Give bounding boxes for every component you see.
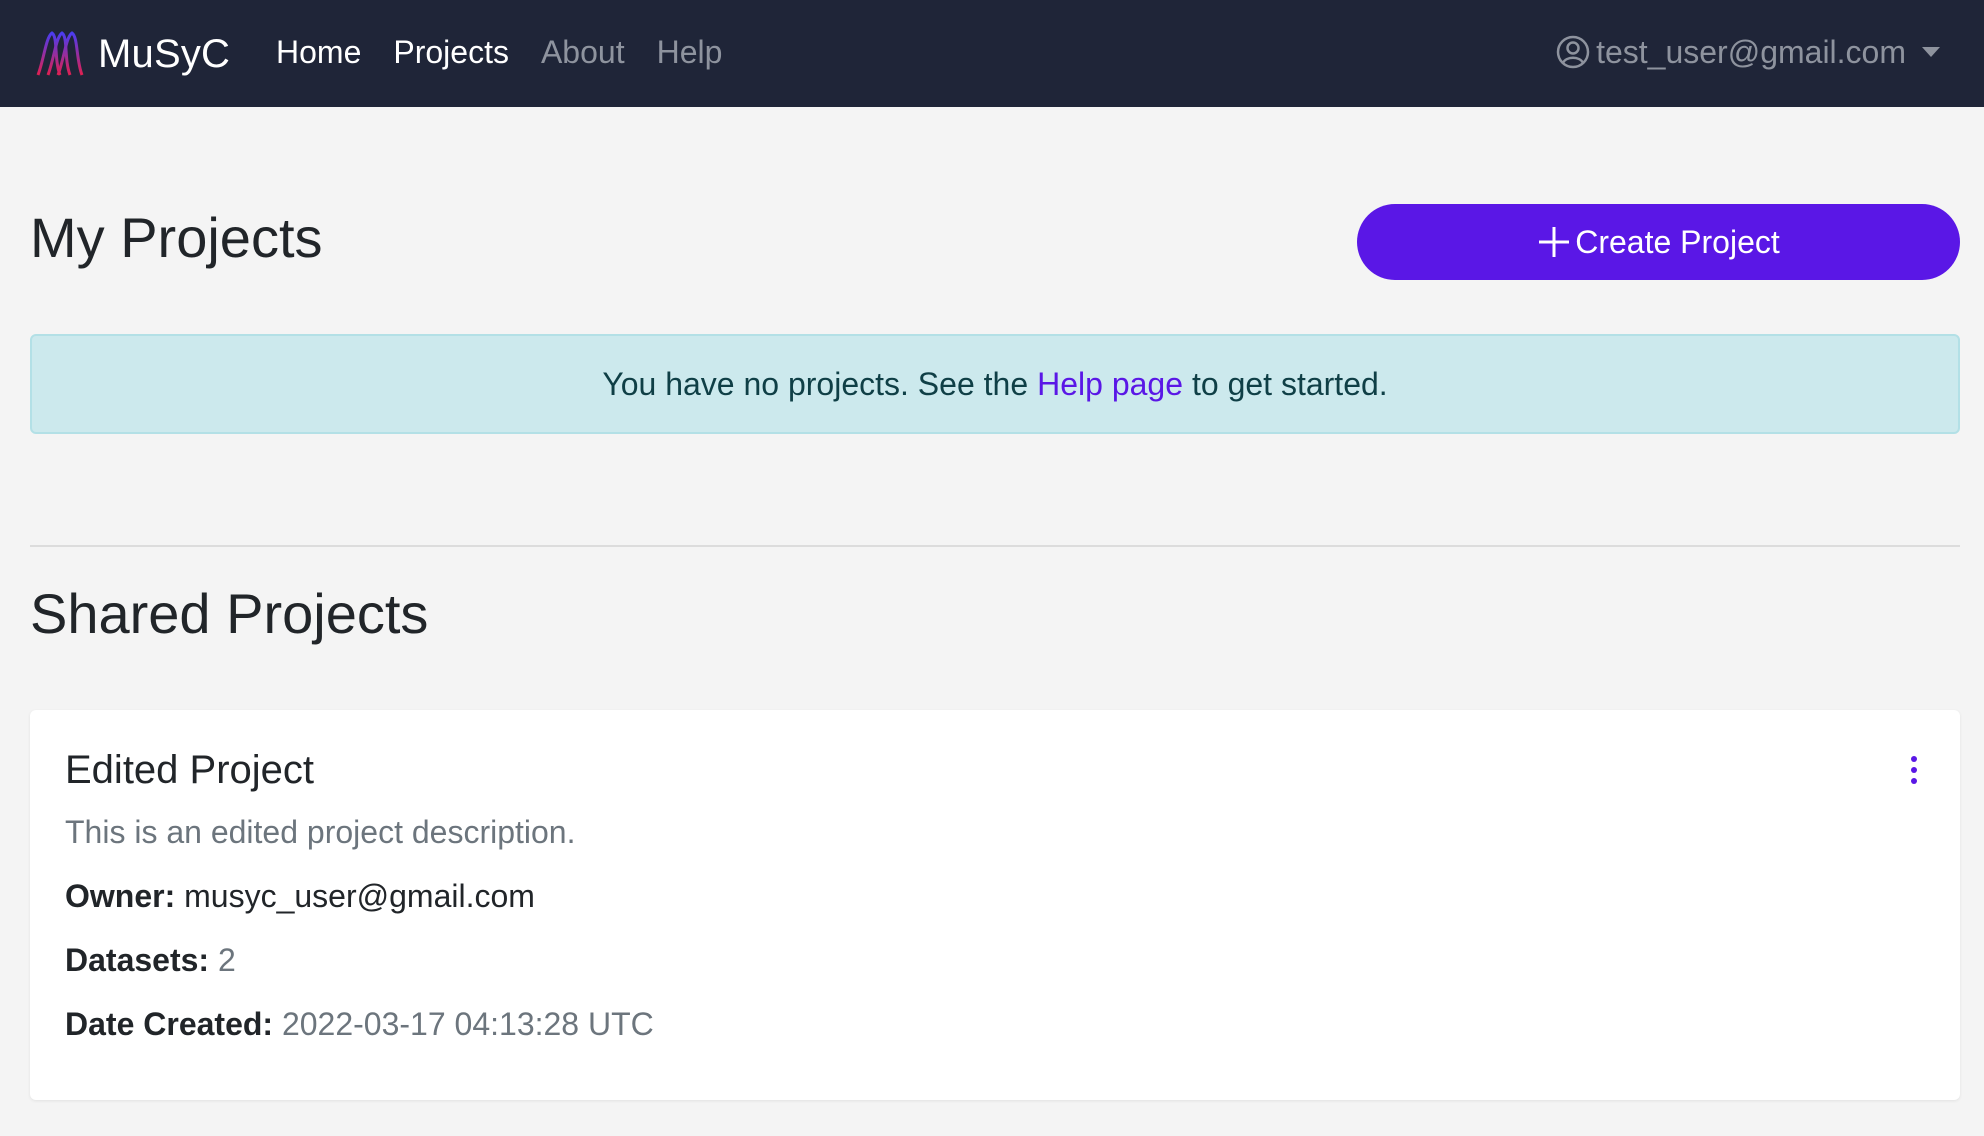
project-datasets-row: Datasets: 2 xyxy=(65,942,236,979)
nav-home[interactable]: Home xyxy=(276,30,361,74)
user-circle-icon xyxy=(1556,35,1590,69)
top-navbar: MuSyC Home Projects About Help test_user… xyxy=(0,0,1984,107)
user-email: test_user@gmail.com xyxy=(1596,33,1906,70)
kebab-menu-icon[interactable] xyxy=(1908,756,1920,788)
musyc-logo-icon xyxy=(36,31,84,76)
alert-text-prefix: You have no projects. See the xyxy=(602,365,1029,402)
page-title: My Projects xyxy=(30,206,323,269)
shared-projects-title: Shared Projects xyxy=(30,582,429,645)
section-divider xyxy=(30,545,1960,547)
project-date-row: Date Created: 2022-03-17 04:13:28 UTC xyxy=(65,1006,654,1043)
nav-help[interactable]: Help xyxy=(657,30,723,74)
owner-label: Owner: xyxy=(65,878,176,914)
create-project-button[interactable]: Create Project xyxy=(1357,204,1960,280)
brand[interactable]: MuSyC xyxy=(34,26,230,82)
datasets-value: 2 xyxy=(217,942,236,978)
plus-icon xyxy=(1539,227,1570,257)
user-menu-dropdown[interactable]: test_user@gmail.com xyxy=(1556,30,1940,74)
project-owner-row: Owner: musyc_user@gmail.com xyxy=(65,878,535,915)
datasets-label: Datasets: xyxy=(65,942,210,978)
nav-about[interactable]: About xyxy=(541,30,625,74)
alert-text-suffix: to get started. xyxy=(1192,365,1388,402)
help-page-link[interactable]: Help page xyxy=(1037,366,1183,403)
project-description: This is an edited project description. xyxy=(65,814,576,850)
project-name: Edited Project xyxy=(65,748,315,792)
brand-name: MuSyC xyxy=(98,31,231,76)
create-project-label: Create Project xyxy=(1575,223,1780,260)
date-created-label: Date Created: xyxy=(65,1006,274,1042)
main-nav: Home Projects About Help xyxy=(276,30,722,74)
no-projects-alert: You have no projects. See the Help page … xyxy=(30,334,1960,434)
date-created-value: 2022-03-17 04:13:28 UTC xyxy=(281,1006,654,1042)
chevron-down-icon xyxy=(1922,47,1940,57)
nav-projects[interactable]: Projects xyxy=(393,30,509,74)
project-card[interactable]: Edited Project This is an edited project… xyxy=(30,710,1960,1100)
owner-value: musyc_user@gmail.com xyxy=(184,878,535,914)
